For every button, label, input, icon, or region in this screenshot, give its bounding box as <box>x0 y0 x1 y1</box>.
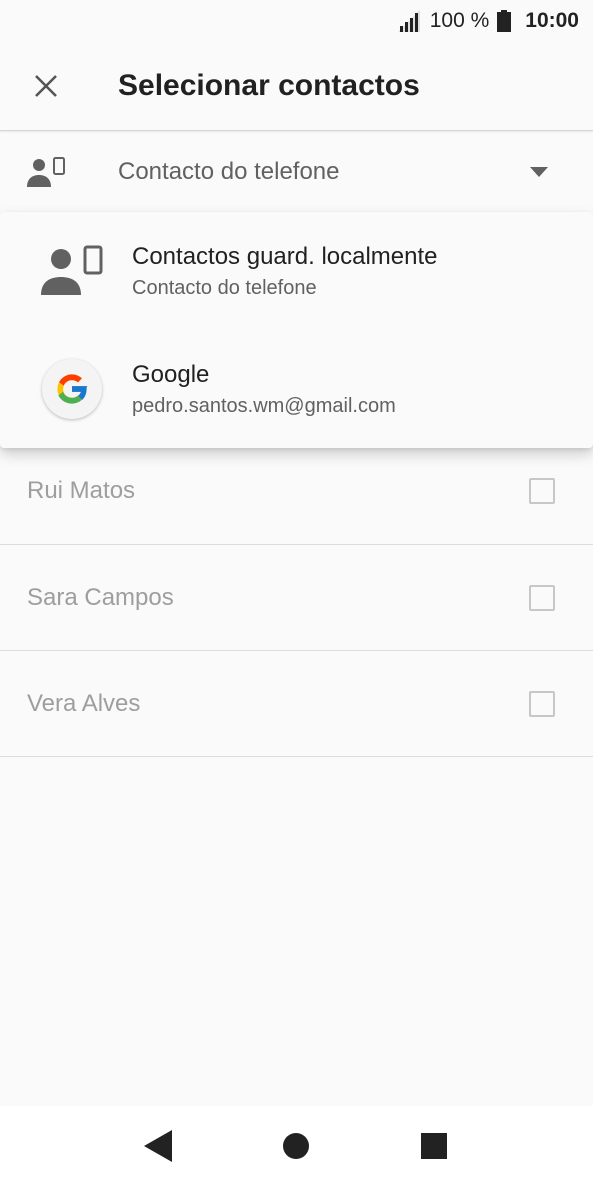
dropdown-item-subtitle: pedro.santos.wm@gmail.com <box>132 394 396 417</box>
contact-row[interactable]: Sara Campos <box>0 545 593 651</box>
back-button[interactable] <box>129 1116 189 1176</box>
battery-icon <box>497 10 512 32</box>
recents-button[interactable] <box>404 1116 464 1176</box>
phone-contact-icon <box>26 152 66 192</box>
dropdown-item-title: Contactos guard. localmente <box>132 242 438 270</box>
home-button[interactable] <box>266 1116 326 1176</box>
close-button[interactable] <box>22 62 70 110</box>
contact-name: Vera Alves <box>27 689 141 717</box>
contact-name: Sara Campos <box>27 583 174 611</box>
contact-row[interactable]: Vera Alves <box>0 651 593 757</box>
google-icon <box>57 374 88 404</box>
battery-percentage: 100 % <box>429 9 490 32</box>
home-icon <box>283 1133 310 1159</box>
signal-icon <box>396 10 422 32</box>
dropdown-item-title: Google <box>132 360 210 388</box>
account-dropdown: Contactos guard. localmente Contacto do … <box>0 212 593 448</box>
page-title: Selecionar contactos <box>118 69 420 102</box>
google-avatar <box>40 357 104 421</box>
contact-name: Rui Matos <box>27 477 136 504</box>
dropdown-item-local-contacts[interactable]: Contactos guard. localmente Contacto do … <box>0 212 593 330</box>
dropdown-item-google[interactable]: Google pedro.santos.wm@gmail.com <box>0 330 593 448</box>
back-icon <box>143 1130 172 1162</box>
status-bar: 100 % 10:00 <box>0 0 593 42</box>
account-selector[interactable]: Contacto do telefone <box>0 132 593 212</box>
clock: 10:00 <box>525 9 579 32</box>
close-icon <box>35 75 57 97</box>
caret-down-icon <box>529 162 549 182</box>
screen: 100 % 10:00 Selecionar contactos Contact… <box>0 0 593 1186</box>
app-bar: Selecionar contactos <box>0 42 593 131</box>
contact-checkbox[interactable] <box>529 584 555 611</box>
navigation-bar <box>0 1106 593 1186</box>
contact-checkbox[interactable] <box>529 690 555 717</box>
phone-contact-icon <box>40 239 104 303</box>
contact-list: Rui Matos Sara Campos Vera Alves <box>0 438 593 757</box>
contact-row[interactable]: Rui Matos <box>0 438 593 545</box>
selected-account-label: Contacto do telefone <box>118 158 340 185</box>
recents-icon <box>421 1133 448 1159</box>
contact-checkbox[interactable] <box>529 478 555 504</box>
dropdown-item-subtitle: Contacto do telefone <box>132 276 317 299</box>
